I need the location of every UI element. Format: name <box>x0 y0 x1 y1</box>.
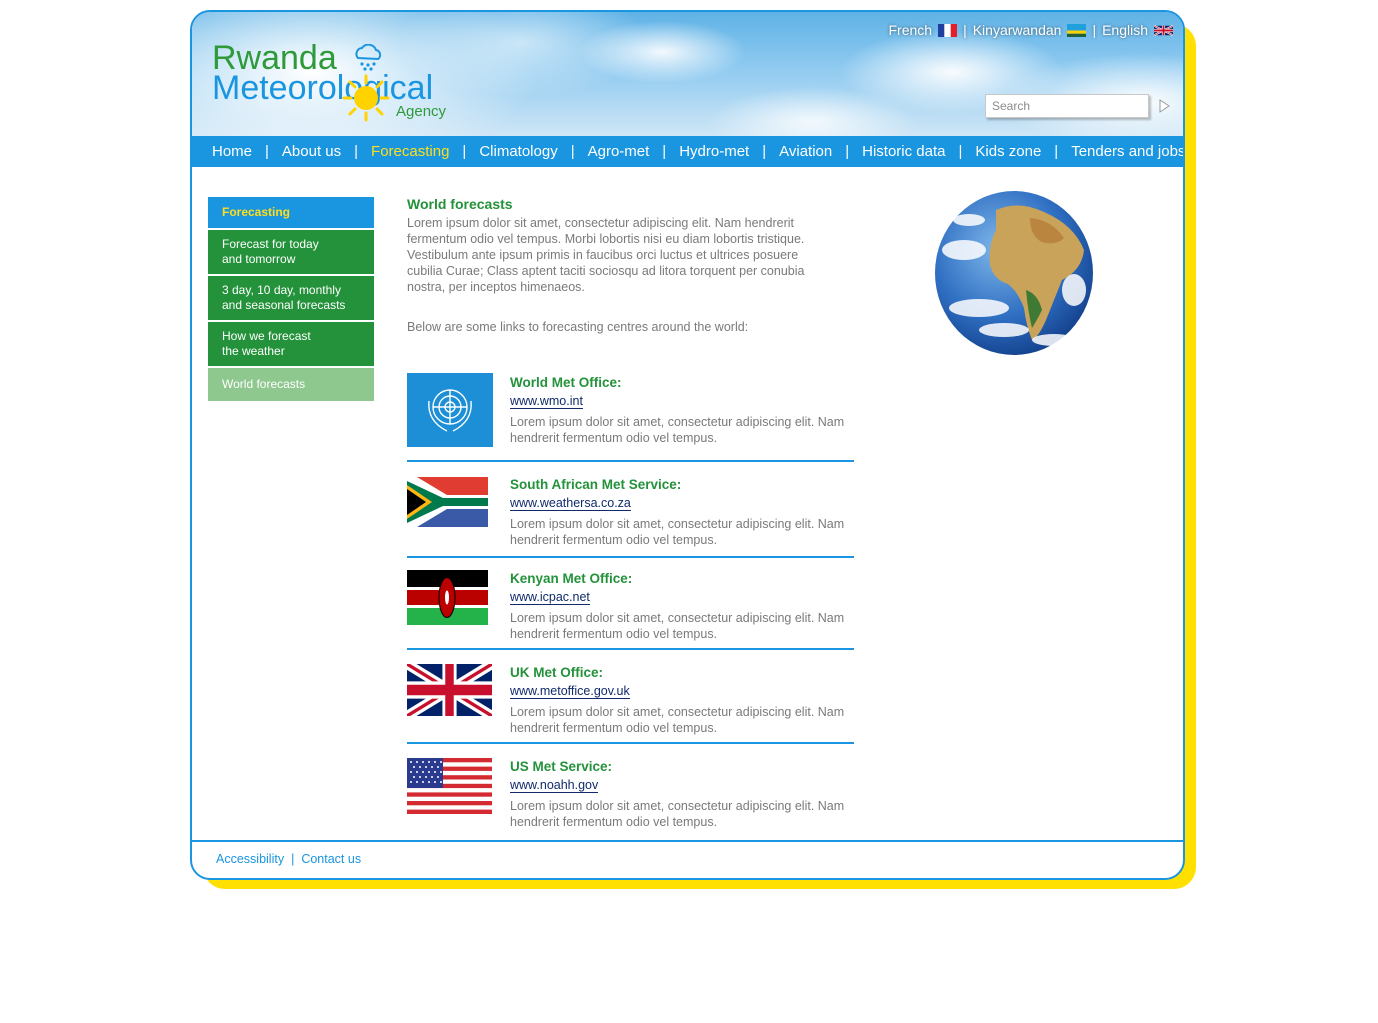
centre-link[interactable]: www.icpac.net <box>510 590 590 605</box>
centre-description: Lorem ipsum dolor sit amet, consectetur … <box>510 705 845 735</box>
sun-icon <box>342 74 390 122</box>
nav-item-kids-zone[interactable]: Kids zone <box>975 143 1041 160</box>
centre-name: South African Met Service: <box>510 477 682 492</box>
centre-name: UK Met Office: <box>510 665 604 680</box>
sidebar-item-label-line1: Forecast for today <box>222 237 319 251</box>
nav-separator: | <box>265 143 269 160</box>
centre-link[interactable]: www.wmo.int <box>510 394 583 409</box>
sidebar-item-how-we-forecast[interactable]: How we forecast the weather <box>208 322 374 368</box>
intro-text: Lorem ipsum dolor sit amet, consectetur … <box>407 216 805 294</box>
sidebar-item-label: Forecast for today and tomorrow <box>222 237 319 267</box>
nav-item-about-us[interactable]: About us <box>282 143 341 160</box>
sidebar-heading[interactable]: Forecasting <box>208 197 374 230</box>
earth-globe-image <box>935 191 1093 355</box>
nav-separator: | <box>662 143 667 160</box>
nav-separator: | <box>845 143 850 160</box>
search-placeholder: Search <box>992 99 1031 113</box>
nav-item-historic-data[interactable]: Historic data <box>862 143 945 160</box>
lang-kinyarwandan[interactable]: Kinyarwandan <box>973 22 1062 38</box>
nav-separator: | <box>354 143 359 160</box>
sidebar-item-forecast-today[interactable]: Forecast for today and tomorrow <box>208 230 374 276</box>
centre-name: World Met Office: <box>510 375 622 390</box>
logo-line-3: Agency <box>396 103 447 120</box>
sidebar-item-label-line2: the weather <box>222 344 285 358</box>
lang-french[interactable]: French <box>888 22 932 38</box>
search-input[interactable]: Search <box>985 94 1149 118</box>
divider <box>407 742 854 744</box>
centre-link[interactable]: www.noahh.gov <box>510 778 599 793</box>
links-intro-text: Below are some links to forecasting cent… <box>407 320 749 334</box>
nav-item-home[interactable]: Home <box>212 143 252 160</box>
logo-line-2: Meteorological <box>212 69 434 107</box>
nav-item-hydro-met[interactable]: Hydro-met <box>679 143 749 160</box>
nav-item-agro-met[interactable]: Agro-met <box>588 143 650 160</box>
arrow-right-icon[interactable] <box>1156 98 1172 114</box>
sidebar-item-label: How we forecast the weather <box>222 329 311 359</box>
centre-name: US Met Service: <box>510 759 613 774</box>
nav-separator: | <box>570 143 575 160</box>
nav-item-forecasting[interactable]: Forecasting <box>371 143 449 160</box>
sidebar-item-label: 3 day, 10 day, monthly and seasonal fore… <box>222 283 345 313</box>
lang-separator: | <box>1092 22 1097 38</box>
nav-item-tenders-and-jobs[interactable]: Tenders and jobs <box>1071 143 1183 160</box>
south-africa-flag-icon <box>407 477 488 527</box>
main-nav: Home | About us | Forecasting | Climatol… <box>192 136 1183 167</box>
france-flag-icon[interactable] <box>938 23 958 37</box>
language-selector: French | Kinyarwandan | English <box>888 20 1173 40</box>
footer-link-contact-us[interactable]: Contact us <box>301 852 361 866</box>
divider <box>407 556 854 558</box>
sidebar-item-label-line1: How we forecast <box>222 329 311 343</box>
header-banner: Rwanda Meteorological Agency French | Ki… <box>192 12 1183 136</box>
footer-links: Accessibility | Contact us <box>216 852 361 866</box>
rain-cloud-icon <box>355 44 382 71</box>
centre-description: Lorem ipsum dolor sit amet, consectetur … <box>510 799 845 829</box>
sidebar-item-world-forecasts[interactable]: World forecasts <box>208 368 374 401</box>
uk-flag-icon[interactable] <box>1154 24 1173 37</box>
divider <box>407 648 854 650</box>
lang-separator: | <box>963 22 967 38</box>
footer-divider <box>192 840 1183 842</box>
sidebar-item-label-line2: and seasonal forecasts <box>222 298 346 312</box>
un-flag-icon <box>407 373 493 447</box>
sidebar-item-extended-forecasts[interactable]: 3 day, 10 day, monthly and seasonal fore… <box>208 276 374 322</box>
page-frame: Rwanda Meteorological Agency French | Ki… <box>190 10 1185 880</box>
kenya-flag-icon <box>407 570 488 625</box>
centre-description: Lorem ipsum dolor sit amet, consectetur … <box>510 517 845 547</box>
page-title: World forecasts <box>407 196 513 212</box>
nav-separator: | <box>958 143 963 160</box>
centre-description: Lorem ipsum dolor sit amet, consectetur … <box>510 415 845 445</box>
centre-link[interactable]: www.weathersa.co.za <box>510 496 631 511</box>
nav-separator: | <box>762 143 767 160</box>
centre-description: Lorem ipsum dolor sit amet, consectetur … <box>510 611 845 641</box>
main-content: World forecasts Lorem ipsum dolor sit am… <box>407 195 857 829</box>
us-flag-icon <box>407 758 492 814</box>
footer-separator: | <box>291 852 295 866</box>
site-logo[interactable]: Rwanda Meteorological Agency <box>212 40 472 132</box>
sidebar-item-label: World forecasts <box>222 377 306 391</box>
nav-item-climatology[interactable]: Climatology <box>479 143 557 160</box>
nav-separator: | <box>1054 143 1059 160</box>
centre-name: Kenyan Met Office: <box>510 571 633 586</box>
divider <box>407 460 854 462</box>
sidebar-menu: Forecasting Forecast for today and tomor… <box>208 197 374 401</box>
sidebar-item-label-line1: 3 day, 10 day, monthly <box>222 283 341 297</box>
lang-english[interactable]: English <box>1102 22 1148 38</box>
nav-separator: | <box>462 143 467 160</box>
rwanda-flag-icon[interactable] <box>1067 23 1087 37</box>
centre-link[interactable]: www.metoffice.gov.uk <box>510 684 630 699</box>
uk-flag-icon <box>407 664 492 716</box>
footer-link-accessibility[interactable]: Accessibility <box>216 852 284 866</box>
sidebar-item-label-line2: and tomorrow <box>222 252 296 266</box>
nav-item-aviation[interactable]: Aviation <box>779 143 832 160</box>
